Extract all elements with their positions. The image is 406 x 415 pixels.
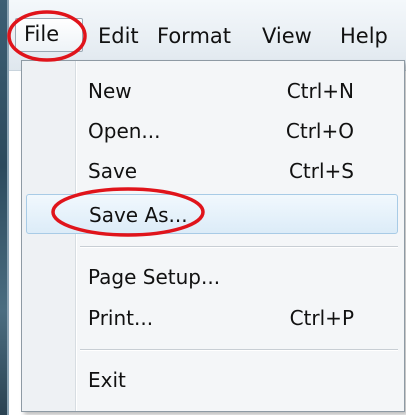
menu-item-save[interactable]: Save Ctrl+S [26,151,398,191]
menu-item-label: Open... [88,119,161,143]
menu-item-shortcut: Ctrl+N [286,79,354,103]
menu-format[interactable]: Format [151,22,237,50]
menu-item-shortcut: Ctrl+O [285,119,354,143]
menu-separator [80,246,398,248]
menu-separator [80,349,398,351]
menu-help[interactable]: Help [334,22,394,50]
menu-file[interactable]: File [15,18,83,52]
menu-item-exit[interactable]: Exit [26,360,398,400]
menu-item-shortcut: Ctrl+P [289,306,354,330]
menu-view[interactable]: View [256,22,318,50]
menu-item-label: Exit [88,368,126,392]
menu-item-label: Page Setup... [88,265,221,289]
menu-item-label: New [88,79,132,103]
menu-item-open[interactable]: Open... Ctrl+O [26,111,398,151]
menu-item-label: Save [88,159,138,183]
menu-item-label: Save As... [89,203,188,227]
file-menu-dropdown: New Ctrl+N Open... Ctrl+O Save Ctrl+S Sa… [21,60,405,412]
menu-item-shortcut: Ctrl+S [288,159,354,183]
screenshot-stage: File Edit Format View Help New Ctrl+N Op… [0,0,406,415]
menu-item-label: Print... [88,306,154,330]
window-frame-left [0,0,9,415]
menu-item-print[interactable]: Print... Ctrl+P [26,298,398,338]
menu-edit[interactable]: Edit [92,22,145,50]
menu-item-page-setup[interactable]: Page Setup... [26,257,398,297]
menu-item-new[interactable]: New Ctrl+N [26,71,398,111]
menu-item-save-as[interactable]: Save As... [26,194,398,234]
